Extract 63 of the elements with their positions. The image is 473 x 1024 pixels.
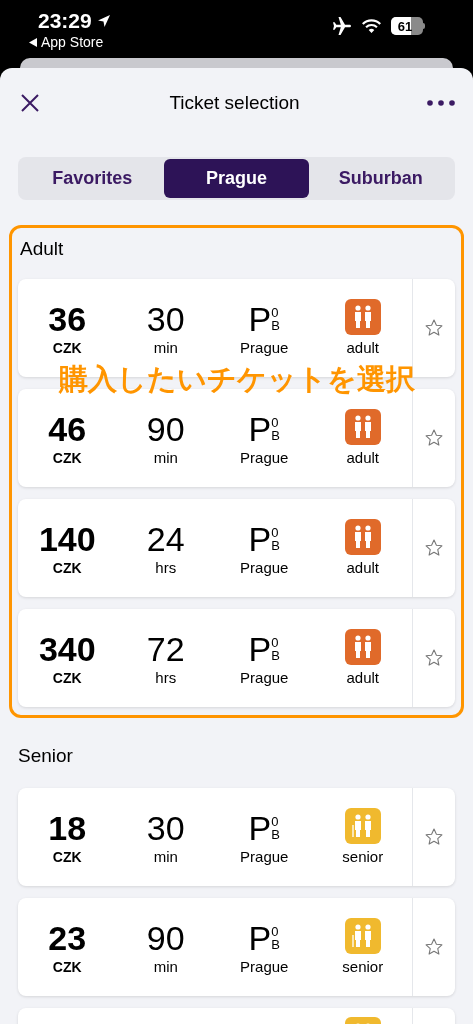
ticket-duration: 30 — [146, 808, 185, 848]
ticket-duration: 30 — [146, 299, 185, 339]
category-label: adult — [346, 449, 379, 467]
currency-label: CZK — [52, 339, 82, 357]
duration-unit: min — [153, 958, 178, 976]
zone-label: Prague — [240, 848, 289, 866]
ticket-duration: 72 — [146, 629, 185, 669]
ticket-duration: 90 — [146, 918, 185, 958]
section-heading: Senior — [18, 743, 73, 768]
ticket-price: 140 — [38, 519, 96, 559]
section-heading: Adult — [20, 236, 64, 261]
ticket-duration: 24 — [146, 519, 185, 559]
zone-superscript: 0 — [271, 416, 280, 429]
currency-label: CZK — [52, 559, 82, 577]
tab[interactable]: Favorites — [20, 159, 165, 198]
duration-unit: hrs — [155, 559, 177, 577]
zone-subscript: B — [271, 539, 280, 552]
zone-code: P — [248, 629, 272, 669]
duration-unit: min — [153, 449, 178, 467]
tab[interactable]: Prague — [164, 159, 309, 198]
ticket-price: 340 — [38, 629, 96, 669]
currency-label: CZK — [52, 669, 82, 687]
zone-subscript: B — [271, 429, 280, 442]
category-label: adult — [346, 559, 379, 577]
zone-label: Prague — [240, 669, 289, 687]
zone-code: P — [248, 299, 272, 339]
zone-label: Prague — [240, 449, 289, 467]
duration-unit: min — [153, 339, 178, 357]
currency-label: CZK — [52, 449, 82, 467]
category-label: adult — [346, 339, 379, 357]
zone-subscript: B — [271, 649, 280, 662]
zone-code: P — [248, 918, 272, 958]
clock-time: 23:29 — [38, 8, 92, 34]
zone-code: P — [248, 808, 272, 848]
category-label: senior — [342, 848, 384, 866]
zone-label: Prague — [240, 958, 289, 976]
zone-superscript: 0 — [271, 526, 280, 539]
page-title: Ticket selection — [169, 90, 300, 115]
zone-label: Prague — [240, 559, 289, 577]
category-label: senior — [342, 958, 384, 976]
ticket-price: 18 — [48, 808, 87, 848]
zone-superscript: 0 — [271, 815, 280, 828]
zone-label: Prague — [240, 339, 289, 357]
duration-unit: min — [153, 848, 178, 866]
zone-code: P — [248, 409, 272, 449]
back-to-app-link[interactable]: App Store — [41, 34, 104, 50]
zone-code: P — [248, 519, 272, 559]
ticket-price: 46 — [48, 409, 87, 449]
zone-superscript: 0 — [271, 636, 280, 649]
ticket-price: 36 — [48, 299, 87, 339]
category-label: adult — [346, 669, 379, 687]
currency-label: CZK — [52, 958, 82, 976]
currency-label: CZK — [52, 848, 82, 866]
battery-level: 61 — [396, 19, 413, 33]
zone-superscript: 0 — [271, 925, 280, 938]
zone-subscript: B — [271, 319, 280, 332]
duration-unit: hrs — [155, 669, 177, 687]
ticket-price: 23 — [48, 918, 87, 958]
ticket-duration: 90 — [146, 409, 185, 449]
zone-subscript: B — [271, 938, 280, 951]
zone-subscript: B — [271, 828, 280, 841]
zone-superscript: 0 — [271, 306, 280, 319]
tab[interactable]: Suburban — [308, 159, 453, 198]
